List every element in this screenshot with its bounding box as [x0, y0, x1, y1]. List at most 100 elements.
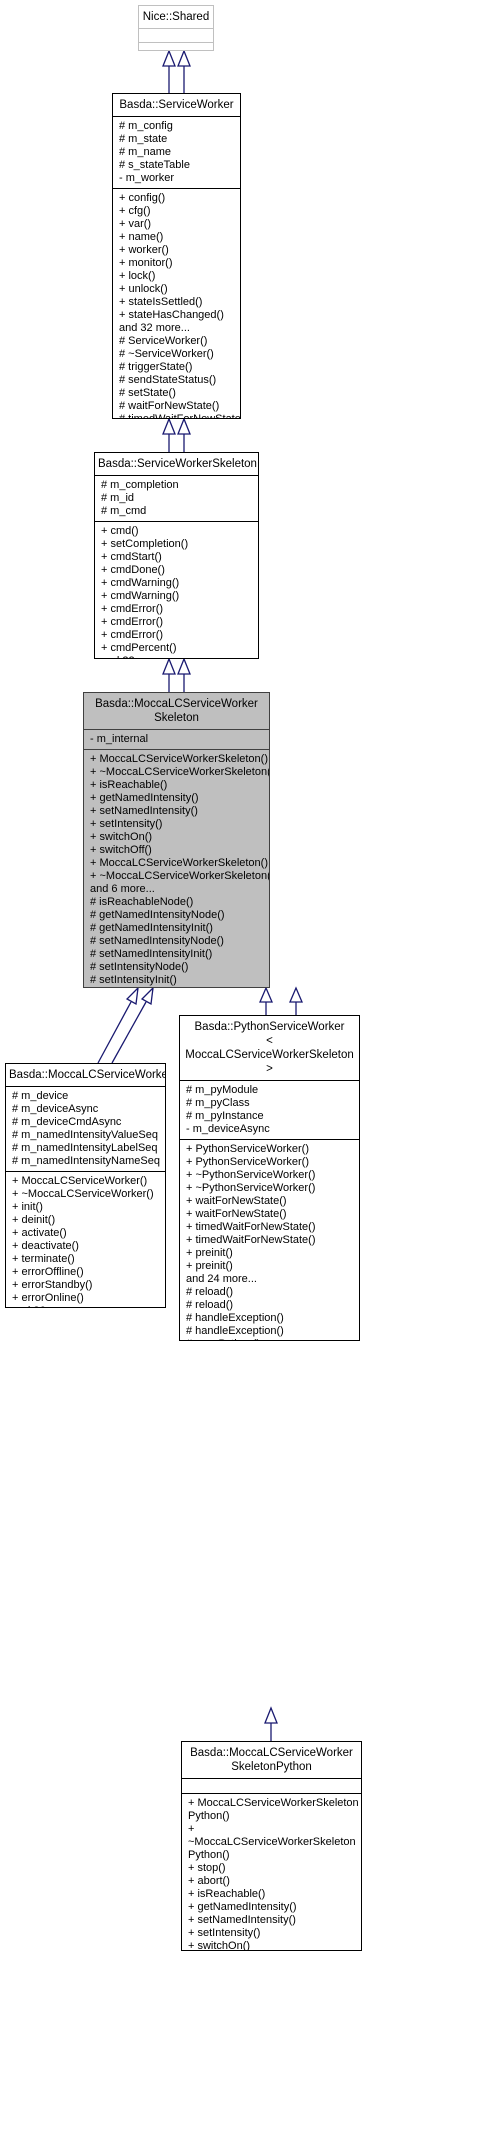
method: # switchOnNode(): [90, 987, 269, 988]
method: + preinit(): [186, 1260, 233, 1272]
method: + timedWaitForNewState(): [186, 1234, 316, 1246]
uml-inheritance-diagram: Nice::Shared Basda::ServiceWorker # m_co…: [0, 0, 501, 2152]
method: # setNamedIntensityInit(): [90, 948, 213, 960]
method: + waitForNewState(): [186, 1195, 287, 1207]
attribute: # m_namedIntensityLabelSeq: [12, 1142, 158, 1154]
method-more: and 6 more...: [90, 883, 155, 895]
method: + cmdWarning(): [101, 577, 180, 589]
attribute: # m_namedIntensityValueSeq: [12, 1129, 158, 1141]
attribute: # m_pyClass: [186, 1097, 250, 1109]
method: + var(): [119, 218, 152, 230]
method: + lock(): [119, 270, 156, 282]
method: + worker(): [119, 244, 169, 256]
attributes-section: # m_pyModule # m_pyClass # m_pyInstance …: [180, 1081, 359, 1139]
method: + errorOnline(): [12, 1292, 84, 1304]
method: + cmdStart(): [101, 551, 162, 563]
method: # handleException(): [186, 1312, 284, 1324]
attributes-section: [139, 29, 213, 42]
class-box-basda-moccalcserviceworker[interactable]: Basda::MoccaLCServiceWorker # m_device #…: [5, 1063, 166, 1308]
attribute: # s_stateTable: [119, 159, 190, 171]
method: + name(): [119, 231, 164, 243]
class-title: Basda::ServiceWorker: [119, 99, 234, 111]
method: + setIntensity(): [188, 1927, 261, 1939]
method: + cfg(): [119, 205, 151, 217]
method: + cmdError(): [101, 616, 164, 628]
method: + isReachable(): [90, 779, 168, 791]
method: + timedWaitForNewState(): [186, 1221, 316, 1233]
method: + preinit(): [186, 1247, 233, 1259]
methods-section: + cmd() + setCompletion() + cmdStart() +…: [95, 522, 258, 658]
method: + init(): [12, 1201, 43, 1213]
attributes-section: # m_device # m_deviceAsync # m_deviceCmd…: [6, 1087, 165, 1171]
method: + cmdWarning(): [101, 590, 180, 602]
method: # reload(): [186, 1286, 234, 1298]
method-more: and 22 more...: [101, 655, 258, 658]
method: + ~MoccaLCServiceWorkerSkeleton(): [90, 870, 270, 882]
methods-section: [139, 43, 213, 50]
class-title: Basda::ServiceWorkerSkeleton: [98, 458, 257, 470]
method: # isReachableNode(): [90, 896, 194, 908]
method: + isReachable(): [188, 1888, 266, 1900]
method: + terminate(): [12, 1253, 75, 1265]
attribute: # m_namedIntensityNameSeq: [12, 1155, 160, 1167]
attribute: # m_device: [12, 1090, 69, 1102]
attribute: # m_pyModule: [186, 1084, 259, 1096]
method: # getNamedIntensityNode(): [90, 909, 225, 921]
class-title: Nice::Shared: [142, 11, 210, 23]
method: + activate(): [12, 1227, 67, 1239]
method: + stateHasChanged(): [119, 309, 224, 321]
method: + MoccaLCServiceWorkerSkeleton Python(): [188, 1797, 359, 1822]
attribute: # m_pyInstance: [186, 1110, 264, 1122]
method: + setCompletion(): [101, 538, 189, 550]
attributes-section: # m_completion # m_id # m_cmd: [95, 476, 258, 521]
method: + cmdDone(): [101, 564, 165, 576]
attributes-section: [182, 1779, 361, 1793]
method: + ~MoccaLCServiceWorker(): [12, 1188, 154, 1200]
method: + MoccaLCServiceWorkerSkeleton(): [90, 857, 268, 869]
method: + getNamedIntensity(): [188, 1901, 297, 1913]
attribute: # m_completion: [101, 479, 179, 491]
method-more: and 36 more...: [12, 1305, 165, 1307]
method: + switchOn(): [90, 831, 153, 843]
method: # getNamedIntensityInit(): [90, 922, 213, 934]
method: + switchOff(): [90, 844, 152, 856]
methods-section: + config() + cfg() + var() + name() + wo…: [113, 189, 241, 419]
class-box-basda-serviceworkerskeleton[interactable]: Basda::ServiceWorkerSkeleton # m_complet…: [94, 452, 259, 659]
class-box-basda-moccalcserviceworkerskeletonpython[interactable]: Basda::MoccaLCServiceWorker SkeletonPyth…: [181, 1741, 362, 1951]
method: + ~PythonServiceWorker(): [186, 1169, 316, 1181]
method-more: and 32 more...: [119, 322, 190, 334]
method: + stop(): [188, 1862, 226, 1874]
method: + deactivate(): [12, 1240, 79, 1252]
class-box-basda-pythonserviceworker[interactable]: Basda::PythonServiceWorker < MoccaLCServ…: [179, 1015, 360, 1341]
method: + config(): [119, 192, 166, 204]
class-box-basda-moccalcserviceworkerskeleton[interactable]: Basda::MoccaLCServiceWorker Skeleton - m…: [83, 692, 270, 988]
method: # ServiceWorker(): [119, 335, 208, 347]
method: + ~MoccaLCServiceWorkerSkeleton(): [90, 766, 270, 778]
method: + monitor(): [119, 257, 173, 269]
method: + waitForNewState(): [186, 1208, 287, 1220]
class-box-nice-shared[interactable]: Nice::Shared: [138, 5, 214, 51]
attribute: # m_name: [119, 146, 171, 158]
method: + cmdError(): [101, 603, 164, 615]
class-box-basda-serviceworker[interactable]: Basda::ServiceWorker # m_config # m_stat…: [112, 93, 241, 419]
method: # setIntensityInit(): [90, 974, 177, 986]
method: + setNamedIntensity(): [90, 805, 198, 817]
method: + abort(): [188, 1875, 230, 1887]
method: + switchOn(): [188, 1940, 251, 1951]
method: # timedWaitForNewState(): [119, 413, 241, 419]
method: + MoccaLCServiceWorker(): [12, 1175, 148, 1187]
method: # waitForNewState(): [119, 400, 220, 412]
method: + errorOffline(): [12, 1266, 84, 1278]
method: + PythonServiceWorker(): [186, 1143, 309, 1155]
method: + cmdError(): [101, 629, 164, 641]
method: + setIntensity(): [90, 818, 163, 830]
attribute: # m_id: [101, 492, 135, 504]
method: # execPython(): [186, 1338, 359, 1340]
method: # reload(): [186, 1299, 234, 1311]
method: # ~ServiceWorker(): [119, 348, 214, 360]
class-title: Basda::PythonServiceWorker < MoccaLCServ…: [185, 1021, 354, 1075]
method: + unlock(): [119, 283, 168, 295]
method: # sendStateStatus(): [119, 374, 217, 386]
method: + stateIsSettled(): [119, 296, 203, 308]
attribute: - m_deviceAsync: [186, 1123, 270, 1135]
